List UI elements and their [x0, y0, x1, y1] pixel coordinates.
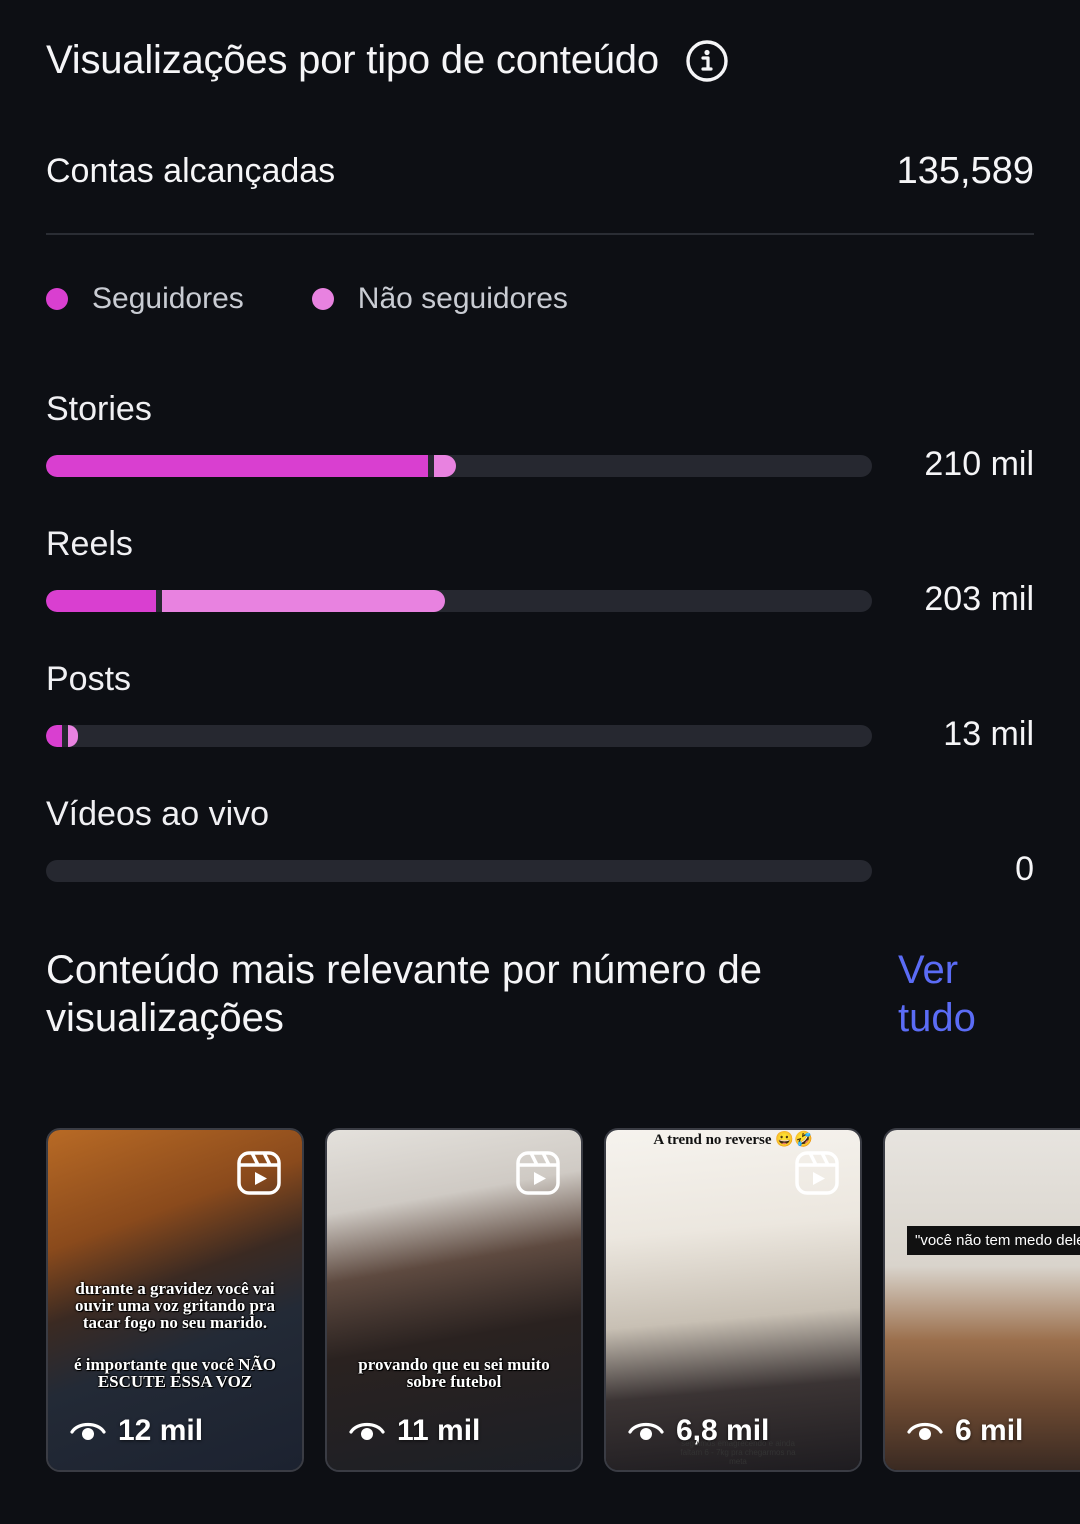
legend-item-non-followers: Não seguidores [311, 282, 568, 316]
eye-icon [628, 1422, 664, 1440]
eye-icon [907, 1422, 943, 1440]
followers-dot-icon [46, 288, 68, 310]
views-value: 11 mil [397, 1414, 481, 1447]
divider [46, 233, 1034, 235]
thumbnail-caption: provando que eu sei muito sobre futebol [358, 1355, 550, 1391]
progress-track [46, 590, 872, 612]
followers-bar [46, 455, 428, 477]
content-thumbnail[interactable]: durante a gravidez você vai ouvir uma vo… [46, 1128, 304, 1472]
metric-value: 210 mil [924, 445, 1034, 483]
followers-bar [46, 590, 156, 612]
eye-icon [349, 1422, 385, 1440]
content-thumbnail[interactable]: A trend no reverse 😀🤣 6,8 mil seguimos e… [604, 1128, 862, 1472]
legend-item-followers: Seguidores [46, 282, 244, 316]
views-value: 6 mil [955, 1414, 1024, 1447]
metric-label: Posts [46, 660, 132, 698]
non-followers-dot-icon [311, 288, 334, 310]
followers-bar [46, 725, 62, 747]
top-content-carousel[interactable]: durante a gravidez você vai ouvir uma vo… [46, 1128, 1080, 1476]
info-icon[interactable] [685, 39, 729, 83]
legend: Seguidores Não seguidores [46, 282, 636, 316]
views-count: 11 mil [349, 1414, 480, 1448]
views-count: 6 mil [907, 1414, 1023, 1448]
thumbnail-top-note: A trend no reverse 😀🤣 [653, 1132, 813, 1148]
reels-icon [516, 1151, 560, 1195]
metric-value: 0 [1015, 850, 1034, 888]
metric-reels: Reels 203 mil [46, 525, 1034, 618]
thumbnail-bottom-note: seguimos emagrecendo e ainda faltam 6 - … [680, 1439, 796, 1466]
metric-value: 13 mil [943, 715, 1034, 753]
metric-live-videos: Vídeos ao vivo 0 [46, 795, 1034, 888]
progress-track [46, 455, 872, 477]
views-value: 12 mil [118, 1414, 204, 1447]
top-content-title: Conteúdo mais relevante por número de vi… [46, 948, 762, 1040]
accounts-reached-label: Contas alcançadas [46, 152, 336, 190]
non-followers-bar [162, 590, 445, 612]
metric-label: Vídeos ao vivo [46, 795, 270, 833]
thumbnail-caption: durante a gravidez você vai ouvir uma vo… [75, 1279, 275, 1332]
page-title: Visualizações por tipo de conteúdo [46, 38, 659, 82]
metric-posts: Posts 13 mil [46, 660, 1034, 753]
see-all-link[interactable]: Ver tudo [898, 946, 1018, 1042]
eye-icon [70, 1422, 106, 1440]
content-thumbnail[interactable]: provando que eu sei muito sobre futebol … [325, 1128, 583, 1472]
accounts-reached-value: 135,589 [896, 150, 1034, 192]
metric-stories: Stories 210 mil [46, 390, 1034, 483]
metric-label: Stories [46, 390, 152, 428]
content-thumbnail[interactable]: "você não tem medo dele te 6 mil [883, 1128, 1080, 1472]
metric-value: 203 mil [924, 580, 1034, 618]
accounts-reached-row: Contas alcançadas 135,589 [46, 150, 1034, 193]
legend-label-followers: Seguidores [92, 282, 244, 315]
views-count: 12 mil [70, 1414, 203, 1448]
progress-track [46, 860, 872, 882]
non-followers-bar [434, 455, 456, 477]
thumbnail-quote: "você não tem medo dele te [907, 1226, 1080, 1255]
section-header: Visualizações por tipo de conteúdo [46, 38, 729, 83]
progress-track [46, 725, 872, 747]
thumbnail-caption: é importante que você NÃO ESCUTE ESSA VO… [73, 1355, 277, 1391]
reels-icon [237, 1151, 281, 1195]
legend-label-non-followers: Não seguidores [357, 282, 568, 315]
non-followers-bar [68, 725, 78, 747]
reels-icon [795, 1151, 839, 1195]
metric-label: Reels [46, 525, 133, 563]
